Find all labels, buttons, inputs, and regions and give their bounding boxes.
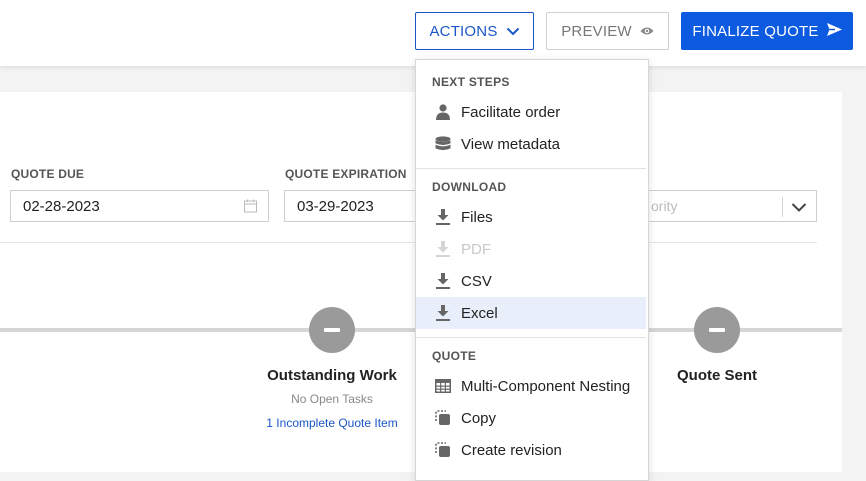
quote-expiration-field[interactable]: 03-29-2023 [284,190,424,222]
quote-expiration-value: 03-29-2023 [297,197,374,215]
actions-button-label: ACTIONS [429,22,498,40]
menu-item-label: PDF [461,240,491,258]
section-label-download: DOWNLOAD [432,180,507,194]
step-subtitle-outstanding-work: No Open Tasks [291,392,373,406]
menu-item-label: View metadata [461,135,560,153]
calendar-icon[interactable] [244,199,257,217]
quote-due-label: QUOTE DUE [11,167,85,181]
priority-select[interactable]: ority [630,190,817,222]
send-icon [826,22,842,40]
finalize-quote-label: FINALIZE QUOTE [692,22,819,40]
preview-button-label: PREVIEW [561,22,632,40]
menu-item-pdf: PDF [416,233,646,265]
menu-item-multi-component-nesting[interactable]: Multi-Component Nesting [416,370,646,402]
menu-item-facilitate-order[interactable]: Facilitate order [416,96,646,128]
incomplete-quote-item-link[interactable]: 1 Incomplete Quote Item [242,416,422,430]
priority-placeholder: ority [651,198,678,214]
menu-item-files[interactable]: Files [416,201,646,233]
download-icon [433,208,453,226]
menu-item-label: Excel [461,304,498,322]
eye-icon [640,23,654,40]
step-title-quote-sent: Quote Sent [676,367,757,384]
menu-divider [416,168,646,169]
quote-due-field[interactable]: 02-28-2023 [10,190,269,222]
menu-item-view-metadata[interactable]: View metadata [416,128,646,160]
database-icon [433,135,453,153]
menu-item-label: Create revision [461,441,562,459]
finalize-quote-button[interactable]: FINALIZE QUOTE [681,12,853,50]
top-toolbar: ACTIONS PREVIEW FINALIZE QUOTE [0,0,866,66]
copy-icon [433,409,453,427]
menu-item-copy[interactable]: Copy [416,402,646,434]
download-icon [433,304,453,322]
minus-icon [324,328,340,332]
section-divider [0,242,817,243]
menu-item-excel[interactable]: Excel [416,297,646,329]
quote-expiration-label: QUOTE EXPIRATION [285,167,407,181]
revision-icon [433,441,453,459]
select-divider [782,197,783,217]
menu-item-label: Files [461,208,493,226]
quote-due-value: 02-28-2023 [23,197,100,215]
menu-item-label: Facilitate order [461,103,561,121]
menu-item-create-revision[interactable]: Create revision [416,434,646,466]
actions-button[interactable]: ACTIONS [415,12,534,50]
actions-dropdown-menu: NEXT STEPS Facilitate order View metadat… [415,59,649,481]
menu-divider [416,337,646,338]
section-label-next-steps: NEXT STEPS [432,75,510,89]
preview-button[interactable]: PREVIEW [546,12,669,50]
section-label-quote: QUOTE [432,349,477,363]
person-icon [433,103,453,121]
download-icon [433,240,453,258]
quote-sent-step-icon [694,307,740,353]
outstanding-work-step-icon [309,307,355,353]
minus-icon [709,328,725,332]
chevron-down-icon[interactable] [791,200,807,217]
menu-item-csv[interactable]: CSV [416,265,646,297]
step-title-outstanding-work: Outstanding Work [267,367,397,384]
menu-item-label: Multi-Component Nesting [461,377,631,395]
menu-item-label: Copy [461,409,497,427]
menu-item-label: CSV [461,272,492,290]
table-icon [433,377,453,395]
download-icon [433,272,453,290]
chevron-down-icon [506,23,520,40]
